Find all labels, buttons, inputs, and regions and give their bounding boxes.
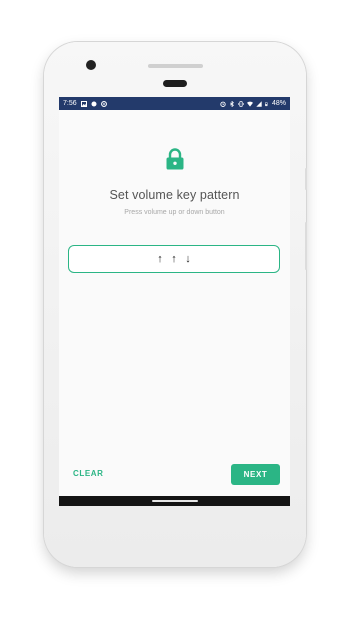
status-bar: 7:56 48% xyxy=(59,97,290,110)
dot-icon xyxy=(91,101,97,106)
top-speaker xyxy=(148,64,203,68)
pattern-display: ↑ ↑ ↓ xyxy=(68,245,280,273)
status-time: 7:56 xyxy=(63,100,77,107)
next-button[interactable]: NEXT xyxy=(231,464,280,485)
clear-button[interactable]: CLEAR xyxy=(73,465,113,483)
volume-button xyxy=(305,222,307,270)
bluetooth-icon xyxy=(230,100,234,107)
battery-icon xyxy=(265,101,268,106)
lock-icon xyxy=(166,148,184,170)
wifi-icon xyxy=(246,101,253,107)
image-icon xyxy=(80,100,87,107)
page-title: Set volume key pattern xyxy=(109,188,240,202)
alarm-icon xyxy=(220,101,226,107)
pattern-arrow-up-icon: ↑ xyxy=(171,253,177,265)
front-camera xyxy=(86,60,96,70)
signal-icon xyxy=(256,100,262,107)
navigation-bar xyxy=(59,496,290,506)
pattern-arrow-up-icon: ↑ xyxy=(157,253,163,265)
battery-level: 48% xyxy=(271,100,286,107)
phone-screen: 7:56 48% Set volume key pattern Press vo… xyxy=(59,97,290,506)
earpiece xyxy=(163,80,187,87)
page-subtitle: Press volume up or down button xyxy=(124,209,225,216)
vibrate-icon xyxy=(238,100,244,107)
power-button xyxy=(305,168,307,190)
home-gesture-handle[interactable] xyxy=(152,500,198,502)
circle-app-icon xyxy=(100,100,107,107)
pattern-arrow-down-icon: ↓ xyxy=(185,253,191,265)
